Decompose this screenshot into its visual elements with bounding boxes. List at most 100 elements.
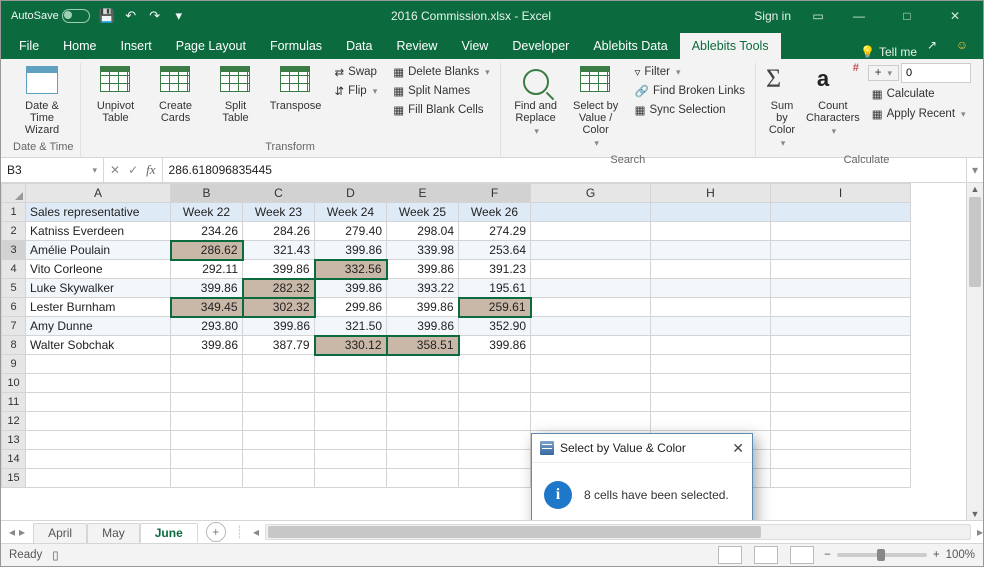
date-time-wizard-button[interactable]: Date &Time Wizard	[13, 63, 71, 139]
undo-icon[interactable]: ↶	[122, 7, 140, 25]
cell[interactable]	[771, 374, 911, 393]
cell-data[interactable]: 284.26	[243, 222, 315, 241]
cell[interactable]	[651, 260, 771, 279]
cell-data[interactable]: 259.61	[459, 298, 531, 317]
cell-data[interactable]: 321.43	[243, 241, 315, 260]
cell-name[interactable]: Luke Skywalker	[26, 279, 171, 298]
cell[interactable]	[771, 393, 911, 412]
table-header-cell[interactable]: Week 23	[243, 203, 315, 222]
row-header-3[interactable]: 3	[2, 241, 26, 260]
filter-button[interactable]: ▿Filter▾	[631, 63, 749, 81]
cell-name[interactable]: Vito Corleone	[26, 260, 171, 279]
scroll-thumb[interactable]	[969, 197, 981, 287]
cell[interactable]	[771, 469, 911, 488]
cell[interactable]	[531, 336, 651, 355]
cell[interactable]	[315, 431, 387, 450]
cell-data[interactable]: 358.51	[387, 336, 459, 355]
cell-data[interactable]: 399.86	[387, 317, 459, 336]
row-header-14[interactable]: 14	[2, 450, 26, 469]
cell-data[interactable]: 282.32	[243, 279, 315, 298]
cell[interactable]	[315, 469, 387, 488]
find-replace-button[interactable]: Find andReplace▾	[507, 63, 565, 140]
row-header-4[interactable]: 4	[2, 260, 26, 279]
sheet-prev-icon[interactable]: ◂	[9, 525, 15, 539]
zoom-out-icon[interactable]: −	[824, 549, 831, 561]
select-all-corner[interactable]	[2, 184, 26, 203]
col-header-E[interactable]: E	[387, 184, 459, 203]
cell[interactable]	[459, 393, 531, 412]
tab-review[interactable]: Review	[384, 33, 449, 59]
cell[interactable]	[26, 355, 171, 374]
unpivot-table-button[interactable]: UnpivotTable	[87, 63, 145, 127]
cell-data[interactable]: 399.86	[387, 260, 459, 279]
view-normal-icon[interactable]	[718, 546, 742, 564]
cell[interactable]	[26, 469, 171, 488]
row-header-9[interactable]: 9	[2, 355, 26, 374]
scroll-down-icon[interactable]: ▼	[967, 509, 983, 519]
accept-formula-icon[interactable]: ✓	[128, 163, 138, 177]
split-names-button[interactable]: ▦Split Names	[389, 82, 493, 100]
worksheet-grid[interactable]: ABCDEFGHI1Sales representativeWeek 22Wee…	[1, 183, 911, 488]
cell[interactable]	[26, 393, 171, 412]
delete-blanks-button[interactable]: ▦Delete Blanks▾	[389, 63, 493, 81]
cell-data[interactable]: 399.86	[315, 241, 387, 260]
split-table-button[interactable]: SplitTable	[207, 63, 265, 127]
cell-data[interactable]: 286.62	[171, 241, 243, 260]
row-header-1[interactable]: 1	[2, 203, 26, 222]
calc-value-input[interactable]	[901, 63, 971, 83]
row-header-6[interactable]: 6	[2, 298, 26, 317]
col-header-F[interactable]: F	[459, 184, 531, 203]
cell[interactable]	[315, 450, 387, 469]
autosave-toggle[interactable]: AutoSave	[11, 9, 90, 23]
cell[interactable]	[387, 355, 459, 374]
cell[interactable]	[171, 393, 243, 412]
col-header-G[interactable]: G	[531, 184, 651, 203]
cell[interactable]	[651, 241, 771, 260]
share-icon[interactable]: ↗	[917, 31, 947, 59]
sheet-tab-june[interactable]: June	[140, 523, 198, 543]
cell[interactable]	[531, 241, 651, 260]
cell[interactable]	[459, 374, 531, 393]
cell[interactable]	[387, 450, 459, 469]
cell[interactable]	[771, 450, 911, 469]
horizontal-scrollbar[interactable]	[265, 524, 971, 540]
save-icon[interactable]: 💾	[98, 7, 116, 25]
cell[interactable]	[387, 412, 459, 431]
cell[interactable]	[459, 355, 531, 374]
cell[interactable]	[531, 279, 651, 298]
row-header-7[interactable]: 7	[2, 317, 26, 336]
tab-ablebits-data[interactable]: Ablebits Data	[581, 33, 679, 59]
cell[interactable]	[459, 469, 531, 488]
count-characters-button[interactable]: a#CountCharacters▾	[804, 63, 862, 140]
zoom-level[interactable]: 100%	[946, 549, 975, 561]
calc-plus-button[interactable]: +▾	[868, 65, 899, 81]
tab-page-layout[interactable]: Page Layout	[164, 33, 258, 59]
view-page-break-icon[interactable]	[790, 546, 814, 564]
cell[interactable]	[459, 431, 531, 450]
sync-selection-button[interactable]: ▦Sync Selection	[631, 101, 749, 119]
cell[interactable]	[171, 450, 243, 469]
cell[interactable]	[531, 203, 651, 222]
cell[interactable]	[771, 241, 911, 260]
cell[interactable]	[771, 222, 911, 241]
sum-by-color-button[interactable]: ΣSum byColor▾	[762, 63, 802, 152]
redo-icon[interactable]: ↷	[146, 7, 164, 25]
row-header-10[interactable]: 10	[2, 374, 26, 393]
hscroll-left-icon[interactable]: ◂	[253, 525, 259, 539]
row-header-11[interactable]: 11	[2, 393, 26, 412]
cell-data[interactable]: 399.86	[315, 279, 387, 298]
col-header-B[interactable]: B	[171, 184, 243, 203]
cell[interactable]	[315, 393, 387, 412]
cell-data[interactable]: 195.61	[459, 279, 531, 298]
create-cards-button[interactable]: CreateCards	[147, 63, 205, 127]
cell[interactable]	[651, 298, 771, 317]
cell[interactable]	[387, 374, 459, 393]
tell-me[interactable]: 💡 Tell me	[860, 45, 917, 59]
row-header-8[interactable]: 8	[2, 336, 26, 355]
minimize-icon[interactable]: —	[837, 2, 881, 30]
qat-customize-icon[interactable]: ▾	[170, 7, 188, 25]
dialog-titlebar[interactable]: Select by Value & Color ✕	[532, 434, 752, 463]
cell-data[interactable]: 399.86	[171, 279, 243, 298]
maximize-icon[interactable]: □	[885, 2, 929, 30]
table-header-cell[interactable]: Week 24	[315, 203, 387, 222]
